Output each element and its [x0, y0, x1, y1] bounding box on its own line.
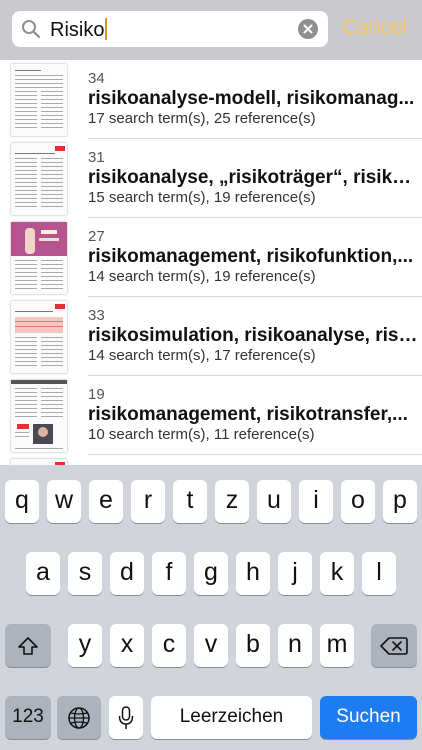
result-title: risikoanalyse, „risikoträger“, risiko... — [88, 167, 418, 188]
result-page-number: 34 — [88, 70, 105, 87]
key-z[interactable]: z — [215, 480, 249, 523]
search-bar: Risiko Cancel — [0, 0, 422, 60]
result-title: risikosimulation, risikoanalyse, risi... — [88, 325, 418, 346]
cancel-button[interactable]: Cancel — [342, 15, 407, 41]
key-x[interactable]: x — [110, 624, 144, 667]
page-thumbnail — [11, 64, 67, 136]
result-row[interactable] — [0, 455, 422, 465]
shift-icon — [18, 636, 38, 655]
search-results-list[interactable]: 34 risikoanalyse-modell, risikomanag... … — [0, 60, 422, 465]
search-key[interactable]: Suchen — [320, 696, 417, 739]
page-thumbnail — [11, 222, 67, 294]
key-f[interactable]: f — [152, 552, 186, 595]
key-n[interactable]: n — [278, 624, 312, 667]
result-page-number: 31 — [88, 149, 105, 166]
result-row[interactable]: 31 risikoanalyse, „risikoträger“, risiko… — [0, 139, 422, 218]
key-p[interactable]: p — [383, 480, 417, 523]
key-b[interactable]: b — [236, 624, 270, 667]
search-query: Risiko — [50, 18, 108, 41]
text-caret — [105, 18, 108, 40]
result-page-number: 27 — [88, 228, 105, 245]
key-h[interactable]: h — [236, 552, 270, 595]
key-m[interactable]: m — [320, 624, 354, 667]
key-v[interactable]: v — [194, 624, 228, 667]
globe-key[interactable] — [57, 696, 101, 739]
keyboard: q w e r t z u i o p a s d f g h j k l y … — [0, 465, 422, 750]
backspace-key[interactable] — [371, 624, 417, 667]
result-row[interactable]: 33 risikosimulation, risikoanalyse, risi… — [0, 297, 422, 376]
space-key[interactable]: Leerzeichen — [151, 696, 312, 739]
result-meta: 17 search term(s), 25 reference(s) — [88, 110, 316, 127]
key-r[interactable]: r — [131, 480, 165, 523]
key-t[interactable]: t — [173, 480, 207, 523]
backspace-icon — [380, 636, 408, 655]
key-c[interactable]: c — [152, 624, 186, 667]
clear-icon — [303, 24, 313, 34]
key-q[interactable]: q — [5, 480, 39, 523]
result-meta: 10 search term(s), 11 reference(s) — [88, 426, 315, 443]
result-page-number: 33 — [88, 307, 105, 324]
result-row[interactable]: 34 risikoanalyse-modell, risikomanag... … — [0, 60, 422, 139]
search-input[interactable]: Risiko — [12, 11, 328, 47]
key-i[interactable]: i — [299, 480, 333, 523]
result-meta: 14 search term(s), 17 reference(s) — [88, 347, 316, 364]
key-g[interactable]: g — [194, 552, 228, 595]
result-row[interactable]: 19 risikomanagement, risikotransfer,... … — [0, 376, 422, 455]
result-title: risikomanagement, risikofunktion,... — [88, 246, 414, 267]
key-o[interactable]: o — [341, 480, 375, 523]
search-icon — [21, 19, 41, 39]
key-e[interactable]: e — [89, 480, 123, 523]
key-y[interactable]: y — [68, 624, 102, 667]
result-title: risikomanagement, risikotransfer,... — [88, 404, 408, 425]
result-title: risikoanalyse-modell, risikomanag... — [88, 88, 415, 109]
key-d[interactable]: d — [110, 552, 144, 595]
key-s[interactable]: s — [68, 552, 102, 595]
microphone-icon — [118, 705, 134, 729]
clear-search-button[interactable] — [298, 19, 318, 39]
result-page-number: 19 — [88, 386, 105, 403]
shift-key[interactable] — [5, 624, 51, 667]
key-l[interactable]: l — [362, 552, 396, 595]
key-u[interactable]: u — [257, 480, 291, 523]
result-meta: 14 search term(s), 19 reference(s) — [88, 268, 316, 285]
result-row[interactable]: 27 risikomanagement, risikofunktion,... … — [0, 218, 422, 297]
globe-icon — [68, 706, 90, 729]
dictation-key[interactable] — [109, 696, 143, 739]
key-k[interactable]: k — [320, 552, 354, 595]
key-w[interactable]: w — [47, 480, 81, 523]
numbers-key[interactable]: 123 — [5, 696, 51, 739]
result-meta: 15 search term(s), 19 reference(s) — [88, 189, 316, 206]
page-thumbnail — [11, 380, 67, 452]
key-j[interactable]: j — [278, 552, 312, 595]
key-a[interactable]: a — [26, 552, 60, 595]
page-thumbnail — [11, 143, 67, 215]
page-thumbnail — [11, 301, 67, 373]
